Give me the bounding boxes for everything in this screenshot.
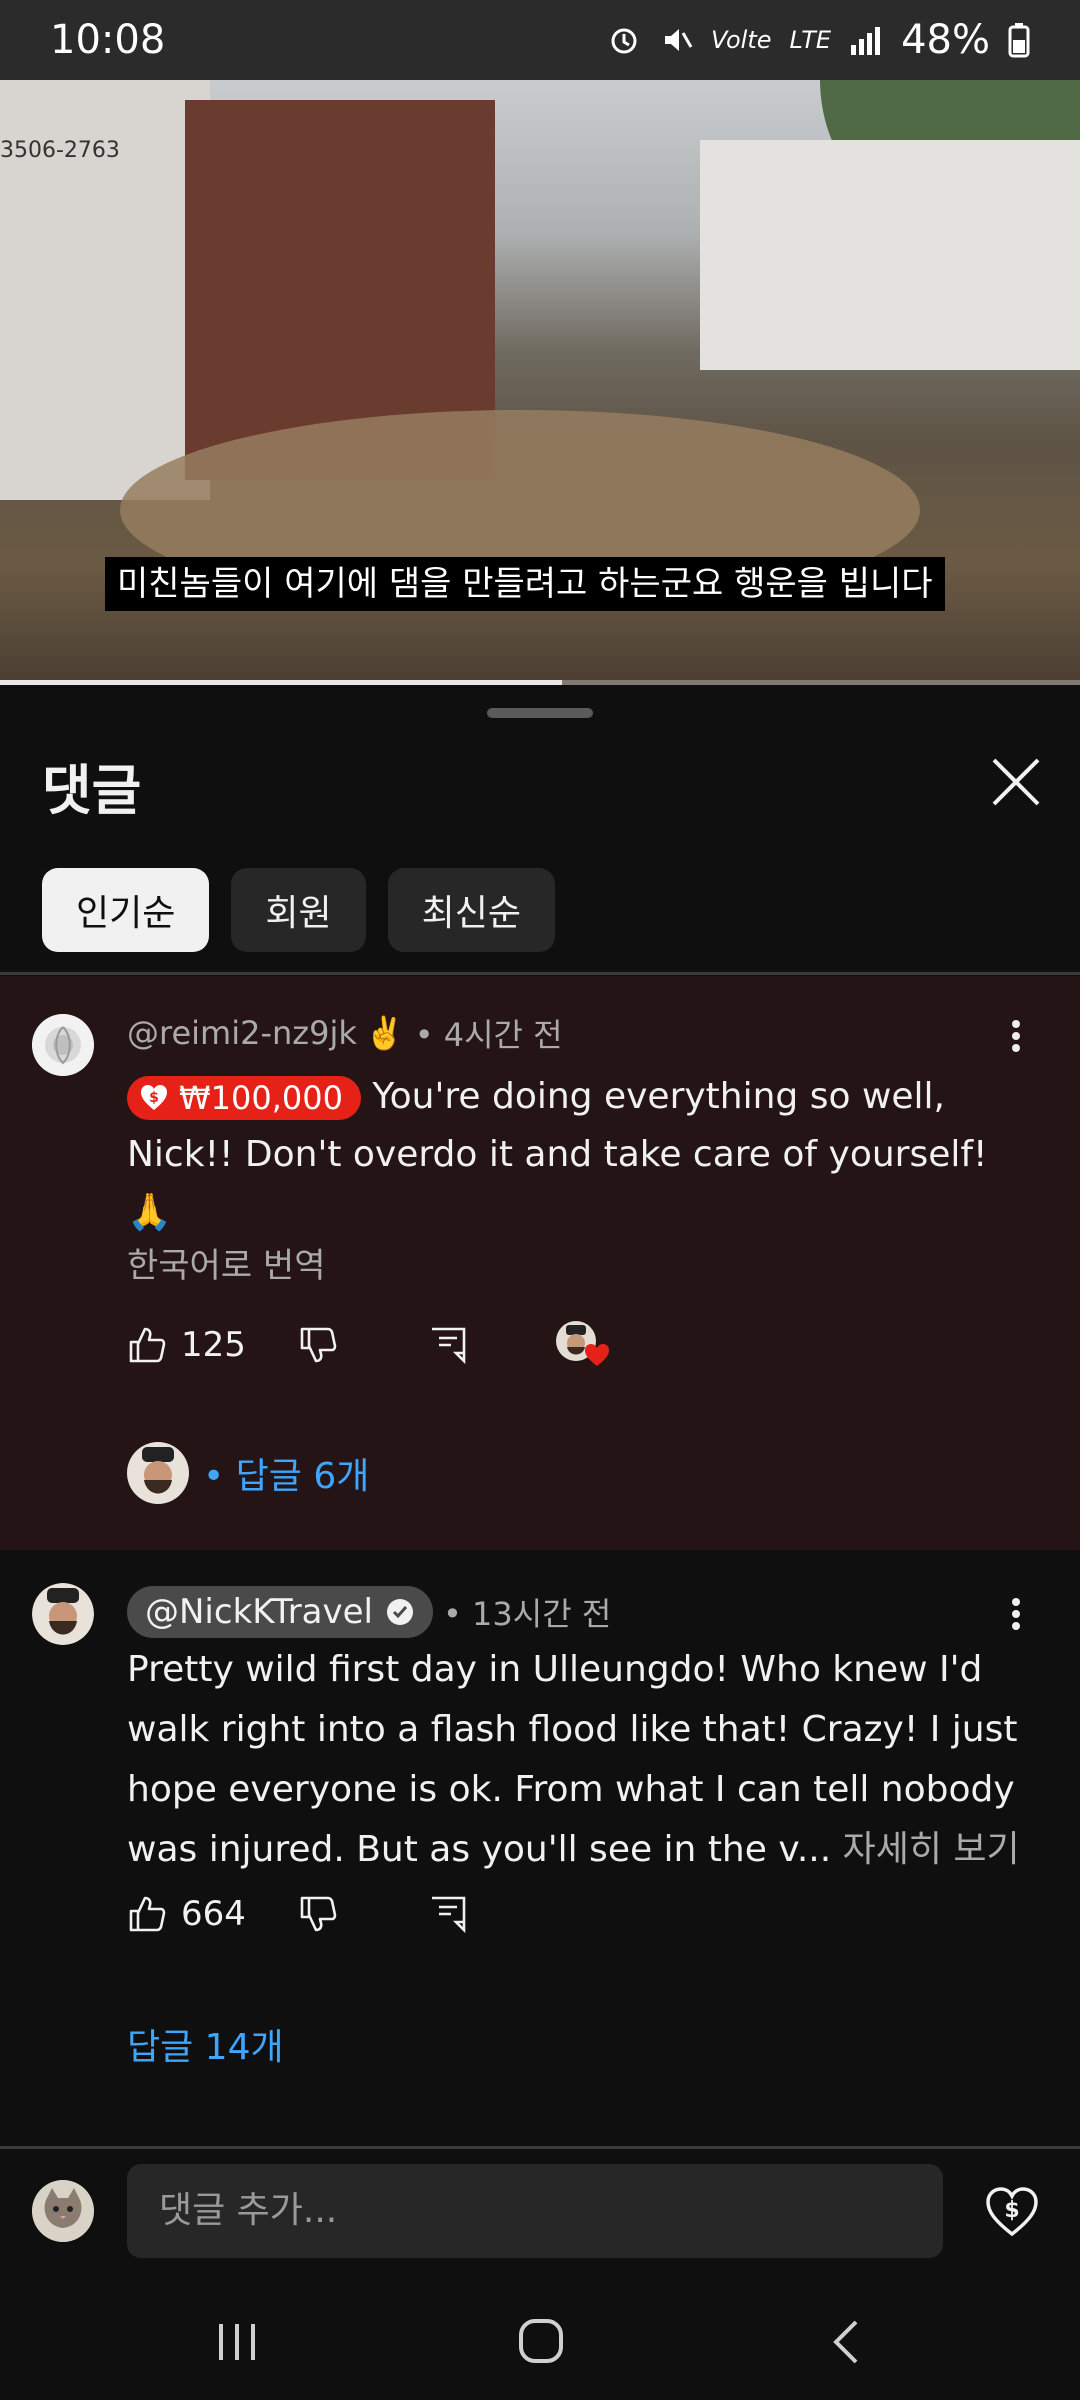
chip-members[interactable]: 회원: [231, 868, 366, 952]
battery-icon: [1008, 23, 1030, 58]
comment-meta: @NickKTravel • 13시간 전: [127, 1586, 611, 1638]
translate-link[interactable]: 한국어로 번역: [127, 1238, 326, 1287]
sort-chips: 인기순 회원 최신순: [42, 868, 555, 952]
comment-actions: 664: [127, 1894, 468, 1934]
svg-text:$: $: [149, 1090, 159, 1106]
comment-text-line: walk right into a flash flood like that!…: [127, 1709, 1018, 1750]
creator-heart: [555, 1321, 612, 1369]
verified-icon: [387, 1599, 413, 1625]
close-icon[interactable]: [990, 756, 1042, 808]
comment-text-line: Nick!! Don't overdo it and take care of …: [127, 1134, 988, 1233]
comment-text-line: Pretty wild first day in Ulleungdo! Who …: [127, 1649, 983, 1690]
video-subtitle: 미친놈들이 여기에 댐을 만들려고 하는군요 행운을 빕니다: [105, 557, 945, 611]
signal-icon: [851, 27, 881, 55]
creator-author-chip[interactable]: @NickKTravel: [127, 1586, 433, 1638]
replies-count: • 답글 6개: [203, 1456, 370, 1497]
comment-actions: 125: [127, 1321, 612, 1369]
read-more-link[interactable]: 자세히 보기: [831, 1829, 1020, 1870]
cat-avatar-icon: [32, 2180, 94, 2242]
status-time: 10:08: [50, 17, 166, 63]
chip-newest[interactable]: 최신순: [387, 868, 555, 952]
back-icon[interactable]: [826, 2318, 866, 2366]
dislike-icon[interactable]: [298, 1894, 338, 1934]
chip-popular[interactable]: 인기순: [42, 868, 210, 952]
comment-author[interactable]: @reimi2-nz9jk: [127, 1014, 357, 1052]
video-scene-building: [700, 140, 1080, 370]
like-icon[interactable]: [127, 1325, 167, 1365]
more-options-icon[interactable]: [1011, 1594, 1021, 1634]
creator-avatar: [32, 1583, 94, 1645]
creator-avatar-small: [127, 1442, 189, 1504]
comment-author: @NickKTravel: [145, 1592, 373, 1632]
status-bar: 10:08 Volte LTE 48%: [0, 0, 1080, 80]
video-sign-text: 3506-2763: [0, 138, 120, 163]
comment-text-line: You're doing everything so well,: [372, 1076, 945, 1117]
drag-handle[interactable]: [487, 708, 593, 718]
divider: [0, 2146, 1080, 2149]
volte-label: Volte: [710, 26, 772, 54]
view-replies-link[interactable]: 답글 14개: [127, 2018, 284, 2070]
comments-title: 댓글: [42, 759, 142, 822]
video-player[interactable]: 3506-2763 미친놈들이 여기에 댐을 만들려고 하는군요 행운을 빕니다: [0, 80, 1080, 685]
super-thanks-amount: ₩100,000: [179, 1079, 343, 1117]
comment-meta: @reimi2-nz9jk ✌️ • 4시간 전: [127, 1010, 563, 1056]
status-icons: Volte LTE 48%: [607, 17, 1030, 63]
rose-icon: [32, 1014, 94, 1076]
add-comment-input[interactable]: 댓글 추가...: [127, 2164, 943, 2258]
like-count: 125: [181, 1325, 246, 1365]
comments-sheet: 댓글 인기순 회원 최신순 @reimi2-nz9jk ✌️ • 4시간 전 $…: [0, 688, 1080, 2400]
divider: [0, 972, 1080, 975]
recent-apps-icon[interactable]: [215, 2320, 259, 2364]
system-nav-bar: [0, 2290, 1080, 2400]
comment-time: • 13시간 전: [443, 1595, 612, 1633]
like-count: 664: [181, 1894, 246, 1934]
super-thanks-badge: $ ₩100,000: [127, 1076, 361, 1120]
avatar[interactable]: [32, 1583, 94, 1645]
like-icon[interactable]: [127, 1894, 167, 1934]
alarm-icon: [611, 28, 637, 54]
reply-icon[interactable]: [428, 1894, 468, 1934]
comment-item: @reimi2-nz9jk ✌️ • 4시간 전 $ ₩100,000 You'…: [0, 976, 1080, 1550]
lte-label: LTE: [789, 26, 832, 54]
view-replies-link[interactable]: • 답글 6개: [127, 1442, 369, 1504]
my-avatar[interactable]: [32, 2180, 94, 2242]
video-progress-bar[interactable]: [0, 680, 1080, 685]
mute-icon: [664, 29, 693, 51]
more-options-icon[interactable]: [1011, 1016, 1021, 1056]
comment-time: • 4시간 전: [414, 1016, 563, 1054]
super-thanks-icon[interactable]: $: [984, 2184, 1040, 2240]
avatar[interactable]: [32, 1014, 94, 1076]
reply-icon[interactable]: [428, 1325, 468, 1365]
comment-text: Pretty wild first day in Ulleungdo! Who …: [127, 1640, 1047, 1880]
dislike-icon[interactable]: [298, 1325, 338, 1365]
battery-percent: 48%: [901, 17, 990, 63]
super-thanks-icon: $: [141, 1085, 167, 1110]
svg-text:$: $: [1004, 2198, 1019, 2223]
comment-text-line: hope everyone is ok. From what I can tel…: [127, 1769, 1015, 1810]
video-progress-fill: [0, 680, 562, 685]
author-emoji: ✌️: [364, 1014, 405, 1052]
comment-text: $ ₩100,000 You're doing everything so we…: [127, 1068, 1027, 1242]
home-icon[interactable]: [518, 2318, 564, 2364]
heart-icon: [584, 1344, 609, 1366]
comment-text-line: was injured. But as you'll see in the v.…: [127, 1829, 832, 1870]
